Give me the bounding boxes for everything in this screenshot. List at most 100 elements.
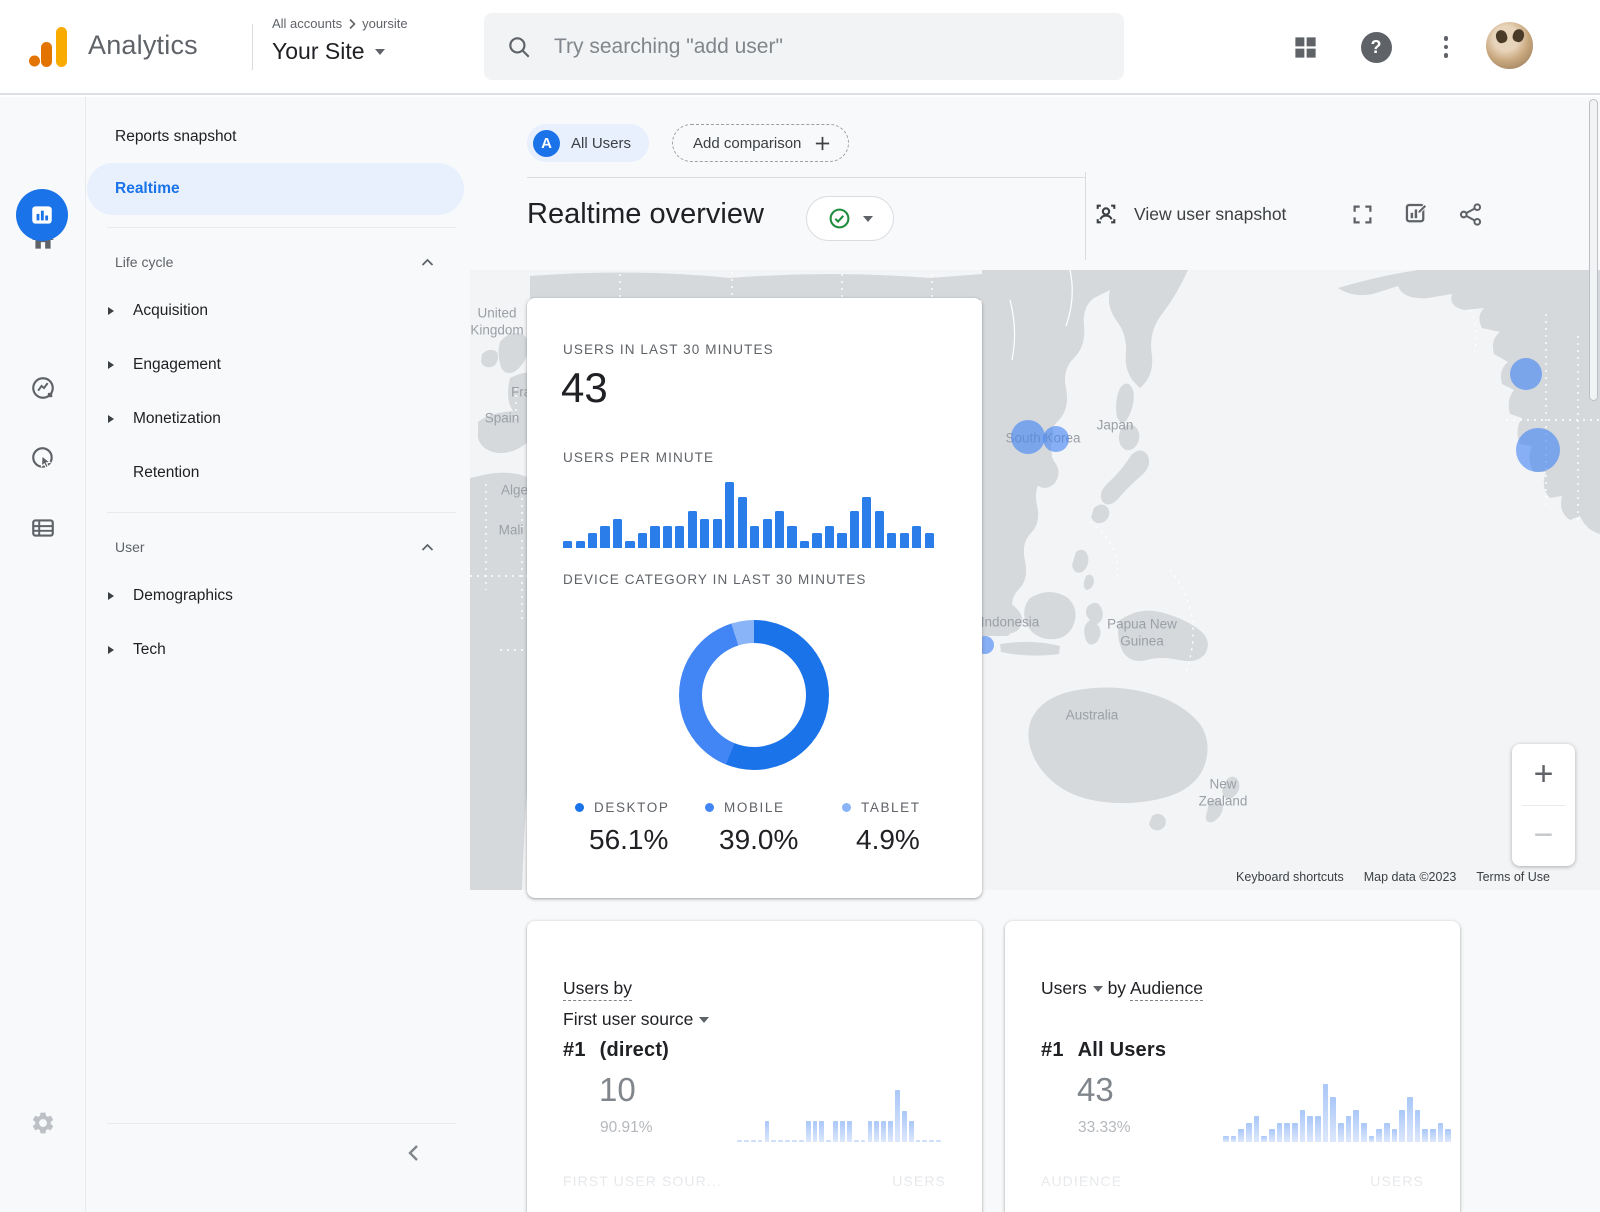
card-title: Users by Audience	[1041, 973, 1203, 1004]
users-30min-label: USERS IN LAST 30 MINUTES	[563, 342, 774, 357]
bar	[750, 526, 759, 548]
metric-selector[interactable]: Users	[1041, 978, 1103, 998]
bar	[1438, 1123, 1444, 1142]
nav-divider	[107, 227, 456, 228]
bar	[887, 533, 896, 548]
admin-library-icon[interactable]	[30, 515, 56, 541]
sidebar-item-tech[interactable]: Tech	[87, 623, 470, 677]
sidebar-item-realtime[interactable]: Realtime	[87, 163, 464, 215]
view-user-snapshot-button[interactable]: View user snapshot	[1092, 200, 1286, 228]
bar	[688, 511, 697, 548]
property-selector[interactable]: Your Site	[272, 38, 385, 65]
expand-arrow-icon	[108, 361, 114, 369]
add-comparison-button[interactable]: Add comparison	[672, 124, 849, 162]
bar	[888, 1121, 893, 1142]
metric-selector[interactable]: Users by	[563, 978, 632, 1001]
more-menu-icon[interactable]	[1430, 31, 1462, 63]
customize-report-icon[interactable]	[1403, 201, 1430, 228]
top-row: #1All Users	[1041, 1039, 1166, 1062]
advertising-icon[interactable]	[30, 445, 56, 471]
bar	[1361, 1123, 1367, 1142]
bar	[787, 526, 796, 548]
bar	[1246, 1123, 1252, 1142]
share-icon[interactable]	[1457, 201, 1484, 228]
chevron-up-icon	[421, 258, 434, 267]
expand-arrow-icon	[108, 415, 114, 423]
comparison-badge: A	[533, 130, 560, 157]
card-title: Users by First user source	[563, 973, 709, 1035]
collapse-drawer-icon[interactable]	[400, 1139, 428, 1167]
avatar[interactable]	[1486, 22, 1533, 69]
data-quality-badge[interactable]	[806, 196, 894, 241]
users-per-minute-chart[interactable]	[563, 480, 937, 548]
active-users-dot[interactable]	[1043, 426, 1069, 452]
active-users-dot[interactable]	[1011, 420, 1045, 454]
nav-section-life-cycle[interactable]: Life cycle	[87, 240, 470, 284]
sidebar-item-engagement[interactable]: Engagement	[87, 338, 470, 392]
explore-icon[interactable]	[30, 375, 56, 401]
bar	[1284, 1123, 1290, 1142]
bar	[868, 1121, 873, 1142]
bar	[713, 519, 722, 548]
bar	[1261, 1136, 1267, 1142]
analytics-logo-icon[interactable]	[26, 24, 72, 70]
legend-tablet: TABLET4.9%	[842, 800, 921, 856]
keyboard-shortcuts-link[interactable]: Keyboard shortcuts	[1236, 870, 1344, 884]
users-by-audience-card: Users by Audience #1All Users 43 33.33% …	[1005, 921, 1460, 1212]
realtime-overview-card: USERS IN LAST 30 MINUTES 43 USERS PER MI…	[527, 298, 982, 898]
fullscreen-icon[interactable]	[1349, 201, 1376, 228]
top-row: #1(direct)	[563, 1039, 669, 1062]
bar	[833, 1121, 838, 1142]
nav-section-user[interactable]: User	[87, 525, 470, 569]
legend-dot-icon	[705, 803, 714, 812]
users-column-header: USERS	[892, 1173, 946, 1189]
zoom-out-button[interactable]: −	[1512, 806, 1575, 867]
bar	[613, 519, 622, 548]
bar	[825, 526, 834, 548]
page-scrollbar[interactable]	[1589, 99, 1598, 401]
bar	[725, 482, 734, 548]
zoom-in-button[interactable]: +	[1512, 744, 1575, 805]
sidebar-item-retention[interactable]: Retention	[87, 446, 470, 500]
chevron-down-icon	[863, 216, 873, 222]
apps-grid-icon[interactable]	[1289, 31, 1321, 63]
map-label-papua-new-guinea: Papua New Guinea	[1107, 616, 1177, 651]
bar	[1223, 1136, 1229, 1142]
reports-icon[interactable]	[16, 189, 68, 241]
sidebar-item-acquisition[interactable]: Acquisition	[87, 284, 470, 338]
bar	[792, 1140, 797, 1142]
dimension-selector[interactable]: Audience	[1130, 978, 1203, 1001]
bar	[1292, 1123, 1298, 1142]
dimension-selector[interactable]: First user source	[563, 1009, 709, 1029]
bar	[1346, 1116, 1352, 1142]
settings-gear-icon[interactable]	[30, 1110, 56, 1136]
chevron-down-icon	[375, 49, 385, 55]
top-header: Analytics All accounts yoursite Your Sit…	[0, 0, 1600, 95]
device-category-donut-chart[interactable]	[679, 620, 829, 770]
sidebar-item-reports-snapshot[interactable]: Reports snapshot	[87, 111, 470, 163]
bar	[650, 526, 659, 548]
comparison-chip-all-users[interactable]: A All Users	[527, 124, 649, 162]
bar	[1323, 1084, 1329, 1142]
dimension-column-header: AUDIENCE	[1041, 1173, 1122, 1189]
bar	[837, 533, 846, 548]
bar	[929, 1140, 934, 1142]
bar	[778, 1140, 783, 1142]
search-input[interactable]: Try searching "add user"	[484, 13, 1124, 80]
sidebar-item-demographics[interactable]: Demographics	[87, 569, 470, 623]
bar	[765, 1121, 770, 1142]
page-title: Realtime overview	[527, 198, 764, 231]
chevron-up-icon	[421, 543, 434, 552]
active-users-dot[interactable]	[1510, 358, 1542, 390]
bar	[902, 1111, 907, 1142]
breadcrumb[interactable]: All accounts yoursite	[272, 16, 408, 31]
map-label-spain: Spain	[485, 409, 520, 426]
map-label-japan: Japan	[1097, 416, 1134, 433]
bar	[1384, 1123, 1390, 1142]
metric-percent: 33.33%	[1078, 1119, 1131, 1137]
bar	[922, 1140, 927, 1142]
terms-of-use-link[interactable]: Terms of Use	[1476, 870, 1550, 884]
help-icon[interactable]: ?	[1360, 31, 1392, 63]
sidebar-item-monetization[interactable]: Monetization	[87, 392, 470, 446]
active-users-dot[interactable]	[1516, 428, 1560, 472]
